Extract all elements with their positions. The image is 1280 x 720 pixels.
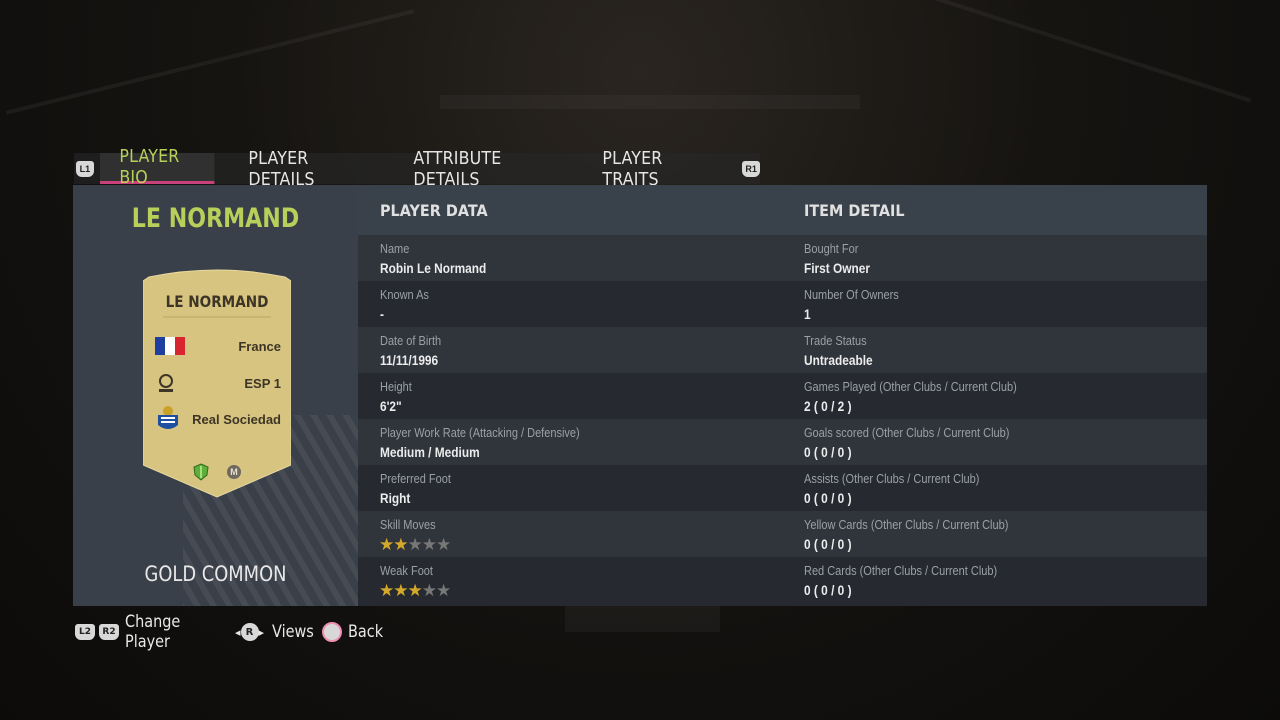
table-header: PLAYER DATA ITEM DETAIL — [358, 185, 1207, 235]
l1-button-icon[interactable]: L1 — [76, 161, 94, 177]
row-label: Name — [380, 242, 410, 256]
star-icon: ★ — [393, 535, 408, 554]
real-sociedad-crest-icon — [158, 406, 178, 429]
row-label: Number Of Owners — [804, 288, 899, 302]
row-label: Known As — [380, 288, 429, 302]
r-stick-icon[interactable]: R — [240, 623, 259, 641]
row-value: Robin Le Normand — [380, 261, 487, 276]
laliga-logo-icon — [159, 374, 173, 392]
star-icon: ★ — [407, 535, 423, 554]
card-club: Real Sociedad — [192, 411, 281, 427]
button-legend: L2 R2 Change Player ◂ R ▸ Views Back — [75, 612, 389, 652]
player-title: LE NORMAND — [131, 203, 300, 234]
skill-moves-stars: ★★★★★ — [379, 535, 451, 555]
row-label: Skill Moves — [380, 518, 436, 532]
row-label: Red Cards (Other Clubs / Current Club) — [804, 564, 998, 578]
table-row: Date of Birth 11/11/1996 Trade Status Un… — [358, 327, 1207, 373]
tab-player-traits[interactable]: PLAYER TRAITS — [583, 148, 719, 190]
player-bio-panel: LE NORMAND LE NORMAND France ESP 1 Real … — [73, 185, 1207, 606]
change-player-label[interactable]: Change Player — [125, 612, 210, 652]
star-icon: ★ — [393, 581, 408, 600]
views-label[interactable]: Views — [272, 622, 314, 642]
card-player-name: LE NORMAND — [165, 292, 269, 311]
row-label: Height — [380, 380, 412, 394]
r1-button-icon[interactable]: R1 — [742, 161, 760, 177]
back-label[interactable]: Back — [348, 622, 383, 642]
row-label: Player Work Rate (Attacking / Defensive) — [380, 426, 580, 440]
row-value: 1 — [804, 307, 811, 322]
row-value: Right — [380, 491, 411, 506]
row-value: 0 ( 0 / 0 ) — [804, 583, 852, 598]
row-value: First Owner — [804, 261, 871, 276]
table-row: Preferred Foot Right Assists (Other Club… — [358, 465, 1207, 511]
row-label: Bought For — [804, 242, 859, 256]
france-flag-icon — [155, 337, 185, 355]
star-icon: ★ — [421, 535, 437, 554]
card-rarity: GOLD COMMON — [144, 562, 287, 586]
row-label: Yellow Cards (Other Clubs / Current Club… — [804, 518, 1009, 532]
l2-button-icon[interactable]: L2 — [75, 624, 95, 640]
card-nation-row: France — [155, 333, 281, 359]
row-label: Trade Status — [804, 334, 867, 348]
item-detail-header: ITEM DETAIL — [804, 201, 905, 220]
chemistry-shield-icon — [193, 463, 209, 481]
row-value: 0 ( 0 / 0 ) — [804, 445, 852, 460]
row-label: Weak Foot — [380, 564, 433, 578]
card-league-row: ESP 1 — [155, 370, 281, 396]
tab-player-details[interactable]: PLAYER DETAILS — [229, 148, 373, 190]
row-value: 0 ( 0 / 0 ) — [804, 537, 852, 552]
table-row: Name Robin Le Normand Bought For First O… — [358, 235, 1207, 281]
star-icon: ★ — [379, 581, 394, 600]
card-nation: France — [238, 338, 281, 354]
star-icon: ★ — [379, 535, 394, 554]
tab-bar: L1 PLAYER BIO PLAYER DETAILS ATTRIBUTE D… — [74, 146, 760, 190]
table-row: Player Work Rate (Attacking / Defensive)… — [358, 419, 1207, 465]
star-icon: ★ — [436, 581, 451, 600]
table-row: Height 6'2" Games Played (Other Clubs / … — [358, 373, 1207, 419]
row-value: Medium / Medium — [380, 445, 480, 460]
row-value: - — [380, 307, 384, 322]
card-club-row: Real Sociedad — [155, 406, 281, 432]
circle-button-icon[interactable] — [322, 622, 343, 642]
player-data-table: PLAYER DATA ITEM DETAIL Name Robin Le No… — [358, 185, 1207, 606]
row-value: 0 ( 0 / 0 ) — [804, 491, 852, 506]
table-row: Known As - Number Of Owners 1 — [358, 281, 1207, 327]
weak-foot-stars: ★★★★★ — [379, 581, 451, 601]
star-icon: ★ — [407, 581, 423, 600]
row-label: Games Played (Other Clubs / Current Club… — [804, 380, 1017, 394]
row-value: 2 ( 0 / 2 ) — [804, 399, 852, 414]
tab-player-bio[interactable]: PLAYER BIO — [99, 146, 214, 188]
chevron-right-icon: ▸ — [258, 625, 265, 639]
row-value: Untradeable — [804, 353, 873, 368]
row-value: 6'2" — [380, 399, 402, 414]
row-label: Assists (Other Clubs / Current Club) — [804, 472, 980, 486]
star-icon: ★ — [436, 535, 451, 554]
row-label: Preferred Foot — [380, 472, 451, 486]
table-row: Weak Foot ★★★★★ Red Cards (Other Clubs /… — [358, 557, 1207, 606]
r2-button-icon[interactable]: R2 — [99, 624, 119, 640]
row-value: 11/11/1996 — [380, 353, 439, 368]
row-label: Date of Birth — [380, 334, 442, 348]
player-data-header: PLAYER DATA — [380, 201, 488, 220]
tab-attribute-details[interactable]: ATTRIBUTE DETAILS — [394, 148, 561, 190]
loan-badge-icon: M — [227, 465, 241, 479]
player-card-column: LE NORMAND LE NORMAND France ESP 1 Real … — [73, 185, 358, 606]
card-badges: M — [193, 463, 241, 481]
row-label: Goals scored (Other Clubs / Current Club… — [804, 426, 1010, 440]
star-icon: ★ — [421, 581, 437, 600]
table-row: Skill Moves ★★★★★ Yellow Cards (Other Cl… — [358, 511, 1207, 557]
card-league: ESP 1 — [244, 375, 281, 391]
chevron-left-icon: ◂ — [235, 625, 241, 639]
